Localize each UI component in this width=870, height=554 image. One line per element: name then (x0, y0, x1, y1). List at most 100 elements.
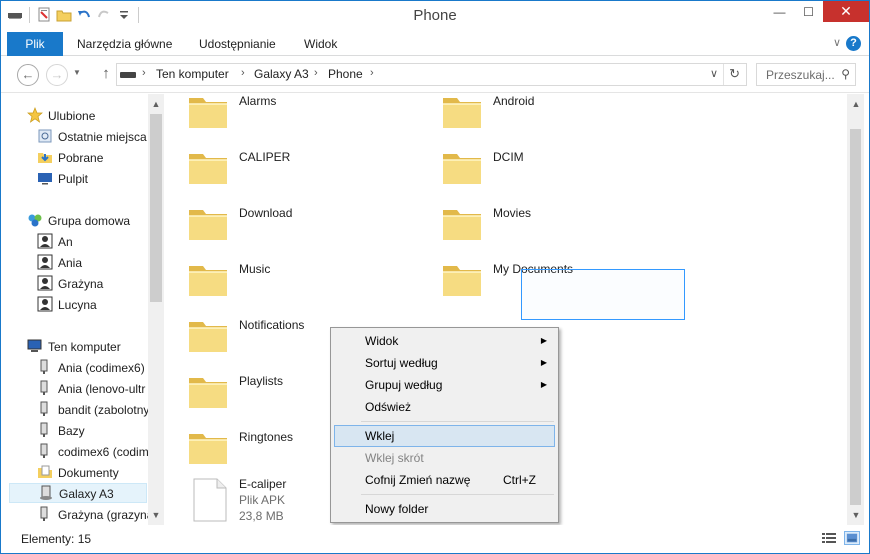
navigation-bar: ← → ▼ ↑ › Ten komputer › Galaxy A3 › Pho… (1, 57, 869, 93)
scroll-up-icon[interactable]: ▲ (848, 96, 864, 112)
status-bar: Elementy: 15 (1, 525, 869, 553)
menu-label: Grupuj według (365, 378, 443, 392)
help-icon[interactable]: ? (846, 36, 861, 51)
nav-pane-scrollbar[interactable]: ▲ ▼ (148, 94, 164, 525)
nav-network-drive[interactable]: Ania (lenovo-ultr (37, 379, 145, 399)
nav-network-drive[interactable]: Bazy (37, 421, 85, 441)
scroll-down-icon[interactable]: ▼ (148, 507, 164, 523)
tab-home[interactable]: Narzędzia główne (69, 32, 180, 56)
menu-item-refresh[interactable]: Odśwież (334, 396, 555, 418)
nav-label: Grupa domowa (48, 214, 131, 228)
folder-item[interactable]: Movies (419, 200, 669, 256)
scrollbar-thumb[interactable] (150, 114, 162, 302)
folder-icon (189, 154, 227, 184)
computer-icon (27, 339, 42, 352)
search-input[interactable]: Przeszukaj... (766, 68, 835, 82)
breadcrumb-this-pc[interactable]: Ten komputer (156, 67, 229, 81)
menu-label: Cofnij Zmień nazwę (365, 473, 471, 487)
folder-item[interactable]: Download (165, 200, 415, 256)
menu-item-new-folder[interactable]: Nowy folder (334, 498, 555, 520)
tab-file[interactable]: Plik (7, 32, 63, 56)
nav-galaxy-a3[interactable]: Galaxy A3 (9, 483, 147, 503)
maximize-button[interactable]: ☐ (794, 1, 823, 22)
folder-item[interactable]: DCIM (419, 144, 669, 200)
nav-label: codimex6 (codim (58, 445, 149, 459)
folder-icon (189, 434, 227, 464)
breadcrumb-galaxy-a3[interactable]: Galaxy A3 (254, 67, 309, 81)
menu-item-sort-by[interactable]: Sortuj według ▶ (334, 352, 555, 374)
tab-share[interactable]: Udostępnianie (191, 32, 284, 56)
expand-ribbon-icon[interactable]: ∨ (833, 36, 841, 49)
details-view-icon[interactable] (821, 531, 837, 545)
nav-network-drive[interactable]: Ania (codimex6) (37, 358, 145, 378)
folder-item[interactable]: Alarms (165, 94, 415, 144)
menu-label: Sortuj według (365, 356, 438, 370)
back-button[interactable]: ← (17, 64, 39, 86)
menu-label: Wklej (365, 429, 395, 443)
title-bar: Phone — ☐ ✕ (1, 1, 869, 32)
content-scrollbar[interactable]: ▲ ▼ (847, 94, 864, 525)
up-button[interactable]: ↑ (95, 64, 117, 86)
folder-name: Ringtones (239, 430, 294, 444)
nav-desktop[interactable]: Pulpit (37, 169, 88, 189)
menu-item-view[interactable]: Widok ▶ (334, 330, 555, 352)
window-title: Phone (413, 7, 457, 24)
nav-documents[interactable]: Dokumenty (37, 463, 119, 483)
menu-item-paste-shortcut[interactable]: Wklej skrót (334, 447, 555, 469)
chevron-right-icon[interactable]: › (142, 67, 146, 79)
homegroup-icon (28, 214, 42, 227)
folder-item[interactable]: Music (165, 256, 415, 312)
menu-item-paste[interactable]: Wklej (334, 425, 555, 447)
refresh-icon[interactable]: ↻ (729, 66, 740, 82)
chevron-right-icon[interactable]: › (370, 67, 374, 79)
menu-item-group-by[interactable]: Grupuj według ▶ (334, 374, 555, 396)
scroll-up-icon[interactable]: ▲ (148, 96, 164, 112)
folder-name: Alarms (239, 94, 277, 108)
network-drive-icon (40, 380, 48, 395)
address-bar[interactable]: › Ten komputer › Galaxy A3 › Phone › ∨ ↻ (116, 63, 747, 86)
nav-downloads[interactable]: Pobrane (37, 148, 103, 168)
nav-user-an[interactable]: An (37, 232, 73, 252)
recent-locations-icon[interactable]: ▼ (73, 68, 81, 77)
nav-network-drive[interactable]: codimex6 (codim (37, 442, 149, 462)
nav-network-drive[interactable]: Grażyna (grazyna (37, 505, 153, 525)
folder-item[interactable]: Android (419, 94, 669, 144)
search-icon[interactable]: ⚲ (841, 67, 850, 81)
chevron-down-icon[interactable]: ∨ (710, 67, 718, 80)
nav-label: Lucyna (58, 298, 97, 312)
menu-item-undo-rename[interactable]: Cofnij Zmień nazwę Ctrl+Z (334, 469, 555, 491)
chevron-right-icon[interactable]: › (314, 67, 318, 79)
scrollbar-thumb[interactable] (850, 129, 861, 505)
nav-user-ania[interactable]: Ania (37, 253, 82, 273)
breadcrumb-phone[interactable]: Phone (328, 67, 363, 81)
tab-view[interactable]: Widok (296, 32, 345, 56)
nav-favorites[interactable]: Ulubione (27, 106, 95, 126)
window-controls: — ☐ ✕ (765, 1, 869, 22)
nav-this-pc[interactable]: Ten komputer (27, 337, 121, 357)
explorer-window: Phone — ☐ ✕ Plik Narzędzia główne Udostę… (0, 0, 870, 554)
arrow-right-icon: → (50, 67, 64, 82)
scroll-down-icon[interactable]: ▼ (848, 507, 864, 523)
folder-name: DCIM (493, 150, 524, 164)
desktop-icon (38, 173, 52, 185)
nav-recent-places[interactable]: Ostatnie miejsca (37, 127, 147, 147)
nav-network-drive[interactable]: bandit (zabolotny (37, 400, 149, 420)
minimize-button[interactable]: — (765, 1, 794, 22)
folder-name: Notifications (239, 318, 305, 332)
nav-homegroup[interactable]: Grupa domowa (27, 211, 130, 231)
arrow-left-icon: ← (21, 67, 35, 82)
search-box[interactable]: Przeszukaj... ⚲ (756, 63, 856, 86)
close-button[interactable]: ✕ (823, 1, 869, 22)
network-drive-icon (40, 359, 48, 374)
user-icon (37, 275, 53, 291)
folder-item[interactable]: CALIPER (165, 144, 415, 200)
forward-button[interactable]: → (46, 64, 68, 86)
large-icons-view-icon[interactable] (844, 531, 860, 545)
minimize-icon: — (773, 4, 786, 19)
nav-label: Ten komputer (48, 340, 121, 354)
nav-user-grazyna[interactable]: Grażyna (37, 274, 103, 294)
folder-icon (189, 266, 227, 296)
nav-user-lucyna[interactable]: Lucyna (37, 295, 97, 315)
chevron-right-icon[interactable]: › (241, 67, 245, 79)
network-drive-icon (40, 422, 48, 437)
